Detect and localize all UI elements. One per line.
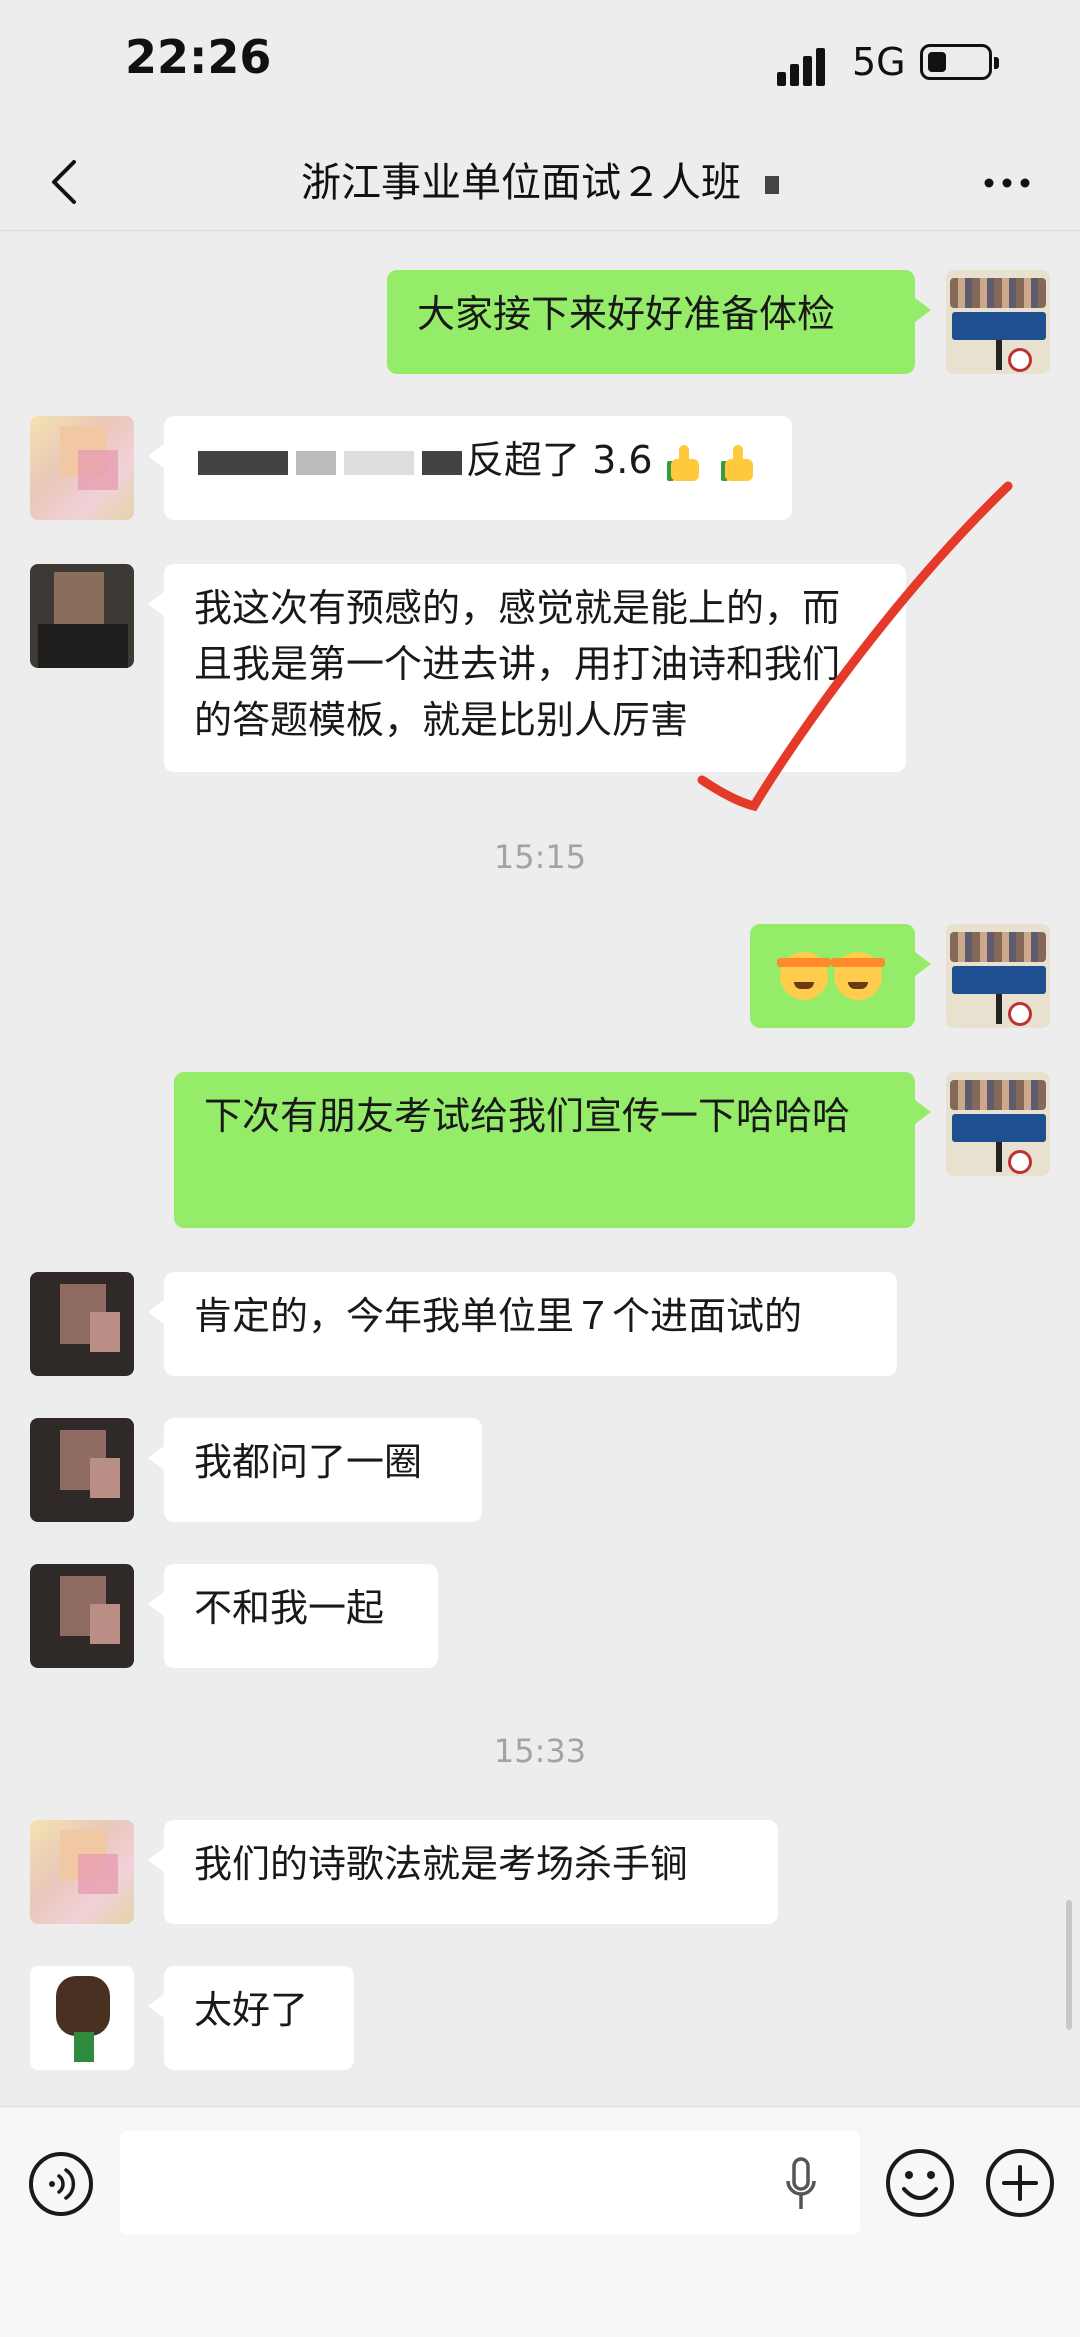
avatar-self[interactable] (946, 1072, 1050, 1176)
mic-icon[interactable] (784, 2157, 818, 2215)
message-bubble-other[interactable]: 太好了 (148, 1966, 354, 2070)
timestamp: 15:33 (493, 1732, 587, 1770)
more-dots-icon[interactable] (982, 168, 1032, 198)
avatar-member[interactable] (30, 1820, 134, 1924)
chat-title: 浙江事业单位面试２人班 (0, 150, 1080, 208)
smile-icon[interactable] (884, 2147, 956, 2219)
battery-icon (920, 44, 999, 80)
message-bubble-self[interactable] (750, 924, 931, 1028)
emoji-icon (831, 952, 885, 1000)
message-bubble-self[interactable]: 大家接下来好好准备体检 (387, 270, 931, 374)
avatar-member[interactable] (30, 1418, 134, 1522)
avatar-member[interactable] (30, 1966, 134, 2070)
plus-icon[interactable] (984, 2147, 1056, 2219)
scrollbar[interactable] (1066, 1900, 1072, 2030)
checkmark-annotation-icon (697, 481, 1013, 812)
chat-header: 浙江事业单位面试２人班 (0, 130, 1080, 231)
voice-icon[interactable] (28, 2151, 94, 2217)
message-bubble-other[interactable]: 我都问了一圈 (148, 1418, 482, 1522)
input-bar (0, 2106, 1080, 2337)
signal-icon (777, 46, 835, 86)
thumbs-up-icon (666, 443, 707, 483)
status-time: 22:26 (125, 30, 272, 84)
thumbs-up-icon (720, 443, 761, 483)
message-bubble-other[interactable]: 我们的诗歌法就是考场杀手锏 (148, 1820, 778, 1924)
timestamp: 15:15 (493, 838, 587, 876)
message-bubble-self[interactable]: 下次有朋友考试给我们宣传一下哈哈哈 (174, 1072, 931, 1228)
avatar-member[interactable] (30, 416, 134, 520)
network-label: 5G (852, 40, 906, 84)
avatar-member[interactable] (30, 1564, 134, 1668)
avatar-member[interactable] (30, 1272, 134, 1376)
message-bubble-other[interactable]: 不和我一起 (148, 1564, 438, 1668)
emoji-icon (777, 952, 831, 1000)
message-bubble-other[interactable]: 肯定的，今年我单位里７个进面试的 (148, 1272, 897, 1376)
avatar-member[interactable] (30, 564, 134, 668)
avatar-self[interactable] (946, 270, 1050, 374)
message-input[interactable] (120, 2131, 860, 2235)
status-bar: 22:26 5G (0, 0, 1080, 130)
avatar-self[interactable] (946, 924, 1050, 1028)
